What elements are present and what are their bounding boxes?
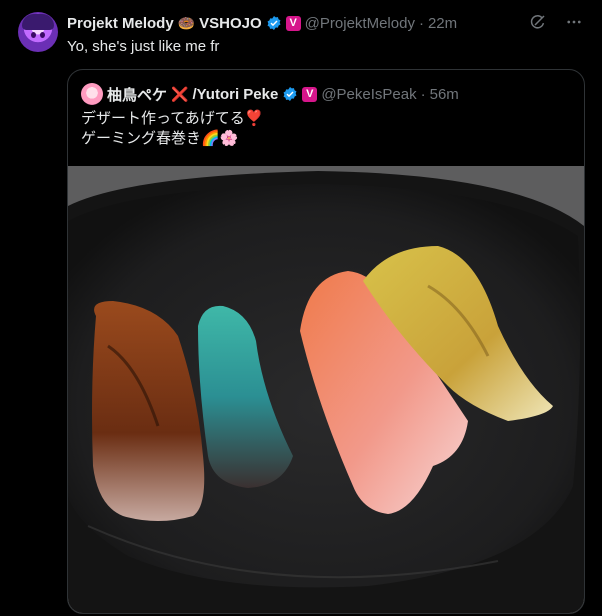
rainbow-blossom-emoji: 🌈🌸 — [201, 130, 239, 147]
quote-line-1: デザート作ってあげてる❣️ — [81, 109, 264, 129]
vshojo-badge-icon[interactable]: V — [285, 15, 301, 31]
separator-dot: · — [420, 85, 426, 103]
vshojo-badge-icon[interactable]: V — [302, 86, 318, 102]
quote-text: デザート作ってあげてる❣️ ゲーミング春巻き🌈🌸 — [81, 109, 264, 149]
quote-author-handle[interactable]: @PekeIsPeak — [321, 86, 416, 103]
separator-dot: · — [418, 14, 424, 32]
avatar-eye — [40, 32, 45, 38]
timestamp[interactable]: 22m — [428, 15, 457, 32]
author-handle[interactable]: @ProjektMelody — [305, 15, 415, 32]
author-group[interactable]: VSHOJO — [199, 15, 262, 32]
grok-icon[interactable] — [528, 12, 548, 32]
avatar[interactable] — [18, 12, 58, 52]
more-icon[interactable] — [564, 12, 584, 32]
quote-author-alias[interactable]: /Yutori Peke — [192, 86, 278, 103]
quote-tweet[interactable]: 柚鳥ペケ ❌ /Yutori Peke V @PekeIsPeak · 56m … — [67, 69, 585, 614]
verified-icon[interactable] — [266, 15, 282, 31]
quote-line-2: ゲーミング春巻き🌈🌸 — [81, 129, 264, 149]
quote-author-name[interactable]: 柚鳥ペケ — [107, 84, 167, 105]
author-name[interactable]: Projekt Melody — [67, 15, 174, 32]
quote-header: 柚鳥ペケ ❌ /Yutori Peke V @PekeIsPeak · 56m — [81, 83, 459, 105]
tweet-text: Yo, she's just like me fr — [67, 38, 220, 55]
avatar-hair — [22, 14, 54, 30]
quote-avatar[interactable] — [81, 83, 103, 105]
verified-icon[interactable] — [282, 86, 298, 102]
quote-line-1-text: デザート作ってあげてる — [81, 110, 245, 127]
avatar-eye — [31, 32, 36, 38]
tweet-header: Projekt Melody 🍩 VSHOJO V @ProjektMelody… — [67, 13, 457, 33]
quote-timestamp[interactable]: 56m — [430, 86, 459, 103]
tweet[interactable]: Projekt Melody 🍩 VSHOJO V @ProjektMelody… — [0, 0, 602, 616]
cross-emoji: ❌ — [171, 85, 189, 102]
quote-line-2-text: ゲーミング春巻き — [81, 130, 202, 147]
frying-pan-photo — [68, 166, 584, 613]
quote-media-photo[interactable] — [68, 166, 584, 613]
donut-emoji: 🍩 — [177, 14, 196, 31]
tweet-actions-top — [528, 12, 584, 32]
heart-exclamation-emoji: ❣️ — [244, 110, 264, 127]
